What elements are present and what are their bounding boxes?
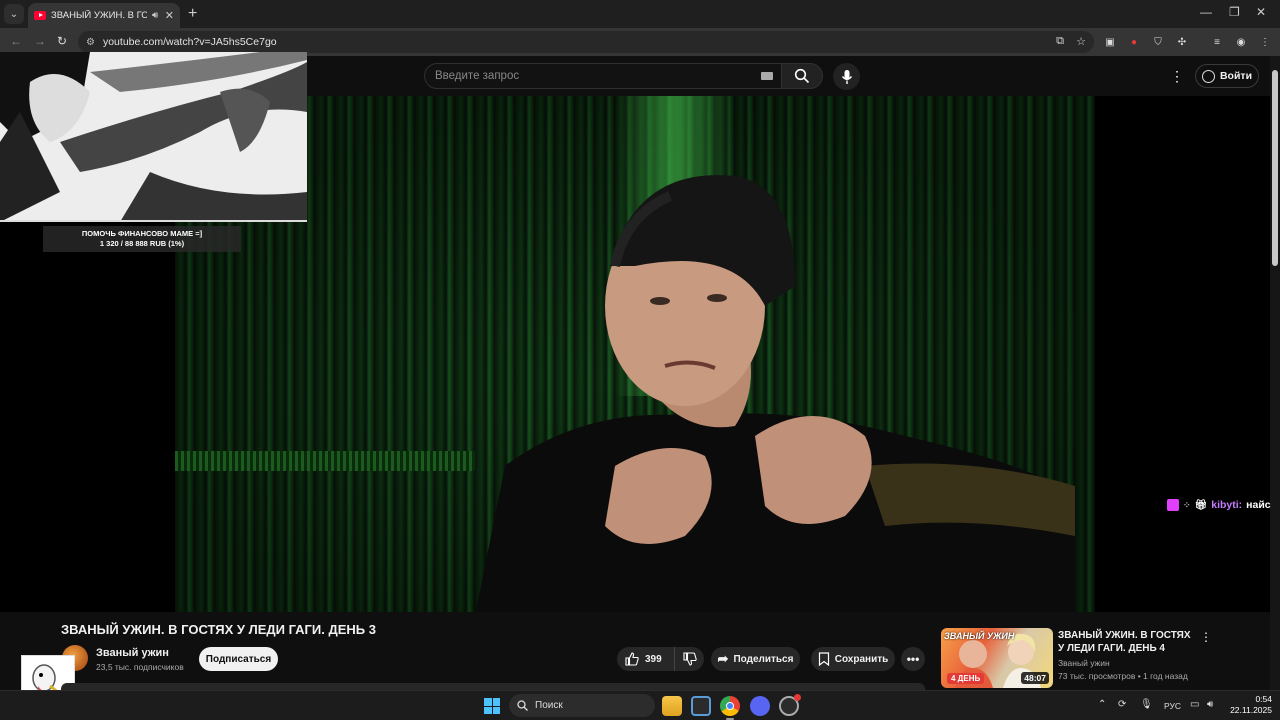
browser-menu-icon[interactable]: ⋮ — [1258, 35, 1272, 49]
heart-badge-icon — [1167, 499, 1179, 511]
input-language[interactable]: РУС — [1164, 701, 1181, 711]
thumbs-down-icon — [682, 652, 697, 666]
bookmark-icon — [818, 652, 829, 666]
tab-title: ЗВАНЫЙ УЖИН. В ГОСТЯХ — [51, 10, 147, 21]
gift-icon: 🎁︎ — [1194, 499, 1208, 511]
microsoft-store-icon[interactable] — [691, 696, 711, 716]
clock-time: 0:54 — [1255, 694, 1272, 704]
shield-icon[interactable]: ⛉ — [1151, 35, 1165, 49]
restore-button[interactable]: ❐ — [1229, 5, 1240, 19]
taskbar-search[interactable]: Поиск — [509, 694, 655, 717]
clock-date: 22.11.2025 — [1230, 705, 1272, 715]
channel-name[interactable]: Званый ужин — [96, 647, 169, 659]
search-icon — [794, 68, 810, 84]
share-button[interactable]: ➦ Поделиться — [711, 647, 800, 671]
search-icon — [517, 700, 528, 711]
more-actions-button[interactable]: ••• — [901, 647, 925, 671]
share-arrow-icon: ➦ — [717, 651, 729, 666]
minimize-button[interactable]: — — [1200, 5, 1212, 19]
search-button[interactable] — [781, 63, 823, 89]
related-video-meta: 73 тыс. просмотров • 1 год назад — [1058, 671, 1188, 681]
network-icon[interactable]: ▭ — [1190, 699, 1199, 710]
video-duration: 48:07 — [1021, 672, 1049, 684]
install-app-icon[interactable]: ⧉ — [1056, 35, 1064, 48]
media-controls-icon[interactable]: ≡ — [1210, 35, 1224, 49]
dislike-button[interactable] — [675, 647, 704, 671]
voice-search-button[interactable] — [833, 63, 860, 90]
video-player[interactable] — [175, 96, 1095, 612]
taskbar-search-label: Поиск — [535, 700, 563, 711]
speaker-icon[interactable]: 🔊︎ — [152, 10, 158, 21]
subscriber-count: 23,5 тыс. подписчиков — [96, 662, 184, 672]
related-video-menu-icon[interactable]: ⋮ — [1200, 630, 1212, 644]
sign-in-label: Войти — [1219, 70, 1253, 82]
page-scrollbar[interactable] — [1270, 56, 1280, 690]
new-tab-button[interactable]: + — [188, 5, 197, 23]
donation-goal-title: ПОМОЧЬ ФИНАНСОВО МАМЕ =] — [81, 229, 203, 238]
subscribe-button[interactable]: Подписаться — [199, 647, 278, 671]
save-button[interactable]: Сохранить — [811, 647, 895, 671]
chat-text: найс — [1246, 499, 1271, 511]
keyboard-icon[interactable] — [761, 72, 773, 80]
browser-tab-bar: ⌄ ЗВАНЫЙ УЖИН. В ГОСТЯХ 🔊︎ ✕ + — ❐ ✕ — [0, 0, 1280, 28]
forward-arrow-icon[interactable]: → — [34, 34, 46, 48]
url-text: youtube.com/watch?v=JA5hs5Ce7go — [102, 36, 277, 48]
tab-youtube[interactable]: ЗВАНЫЙ УЖИН. В ГОСТЯХ 🔊︎ ✕ — [28, 3, 180, 28]
bookmark-star-icon[interactable]: ☆ — [1076, 35, 1086, 48]
like-count: 399 — [645, 653, 662, 665]
chat-message: ⁘ 🎁︎ kibyti: найс — [1167, 499, 1271, 511]
microphone-tray-icon[interactable]: 🎙︎ — [1140, 699, 1153, 710]
microphone-icon — [841, 69, 852, 84]
manga-art-illustration — [0, 52, 307, 220]
reload-icon[interactable]: ↻ — [57, 34, 67, 48]
donation-goal-progress-text: 1 320 / 88 888 RUB (1%) — [99, 239, 185, 248]
thumbnail-show-logo: ЗВАНЫЙ УЖИН — [944, 631, 1015, 641]
profile-icon[interactable]: ◉ — [1234, 35, 1248, 49]
share-label: Поделиться — [733, 653, 794, 665]
search-placeholder: Введите запрос — [435, 70, 520, 82]
sync-icon[interactable]: ⟳ — [1118, 699, 1126, 710]
windows-taskbar: Поиск ⌃ ⟳ 🎙︎ РУС ▭ 🔊︎ 0:54 22.11.2025 — [0, 690, 1280, 720]
extension-icon[interactable]: ▣ — [1103, 35, 1117, 49]
like-dislike-group: 399 — [617, 647, 704, 671]
steam-icon[interactable] — [779, 694, 801, 716]
donation-goal-bar: ПОМОЧЬ ФИНАНСОВО МАМЕ =] 1 320 / 88 888 … — [43, 226, 241, 252]
search-input[interactable]: Введите запрос — [424, 63, 782, 89]
manga-overlay-image — [0, 52, 307, 222]
site-info-icon[interactable]: ⚙ — [86, 37, 95, 48]
more-horizontal-icon: ••• — [906, 652, 920, 666]
related-video-title[interactable]: ЗВАНЫЙ УЖИН. В ГОСТЯХ У ЛЕДИ ГАГИ. ДЕНЬ … — [1058, 629, 1193, 655]
tray-overflow-chevron-icon[interactable]: ⌃ — [1098, 699, 1106, 710]
like-button[interactable]: 399 — [617, 647, 675, 671]
save-label: Сохранить — [834, 653, 889, 665]
tab-search-button[interactable]: ⌄ — [4, 4, 24, 24]
thumbs-up-icon — [625, 652, 639, 666]
close-tab-icon[interactable]: ✕ — [165, 9, 174, 22]
address-bar[interactable]: ⚙ youtube.com/watch?v=JA5hs5Ce7go ☆ ⧉ — [78, 31, 1094, 53]
windows-start-icon[interactable] — [484, 698, 500, 714]
file-explorer-icon[interactable] — [662, 696, 682, 716]
discord-icon[interactable] — [750, 696, 770, 716]
back-arrow-icon[interactable]: ← — [10, 34, 22, 48]
related-video-thumbnail[interactable]: ЗВАНЫЙ УЖИН 4 ДЕНЬ 48:07 — [941, 628, 1053, 688]
scrollbar-thumb[interactable] — [1272, 70, 1278, 266]
video-person-figure — [475, 175, 1075, 612]
video-title: ЗВАНЫЙ УЖИН. В ГОСТЯХ У ЛЕДИ ГАГИ. ДЕНЬ … — [61, 622, 376, 637]
volume-icon[interactable]: 🔊︎ — [1207, 699, 1213, 710]
related-video-channel[interactable]: Званый ужин — [1058, 658, 1110, 668]
settings-menu-icon[interactable]: ⋮ — [1170, 68, 1184, 85]
close-window-button[interactable]: ✕ — [1256, 5, 1266, 19]
video-chair-rail — [175, 451, 475, 471]
chat-username: kibyti: — [1211, 499, 1243, 511]
moderator-icon: ⁘ — [1183, 499, 1191, 510]
account-icon — [1201, 69, 1215, 83]
extensions-puzzle-icon[interactable]: ✣ — [1175, 35, 1189, 49]
sign-in-button[interactable]: Войти — [1195, 64, 1259, 88]
taskbar-clock[interactable]: 0:54 22.11.2025 — [1228, 694, 1272, 716]
extension-badge-icon[interactable]: ● — [1127, 35, 1141, 49]
thumbnail-day-badge: 4 ДЕНЬ — [947, 673, 985, 684]
chrome-icon[interactable] — [720, 696, 740, 716]
youtube-favicon-icon — [34, 11, 46, 20]
